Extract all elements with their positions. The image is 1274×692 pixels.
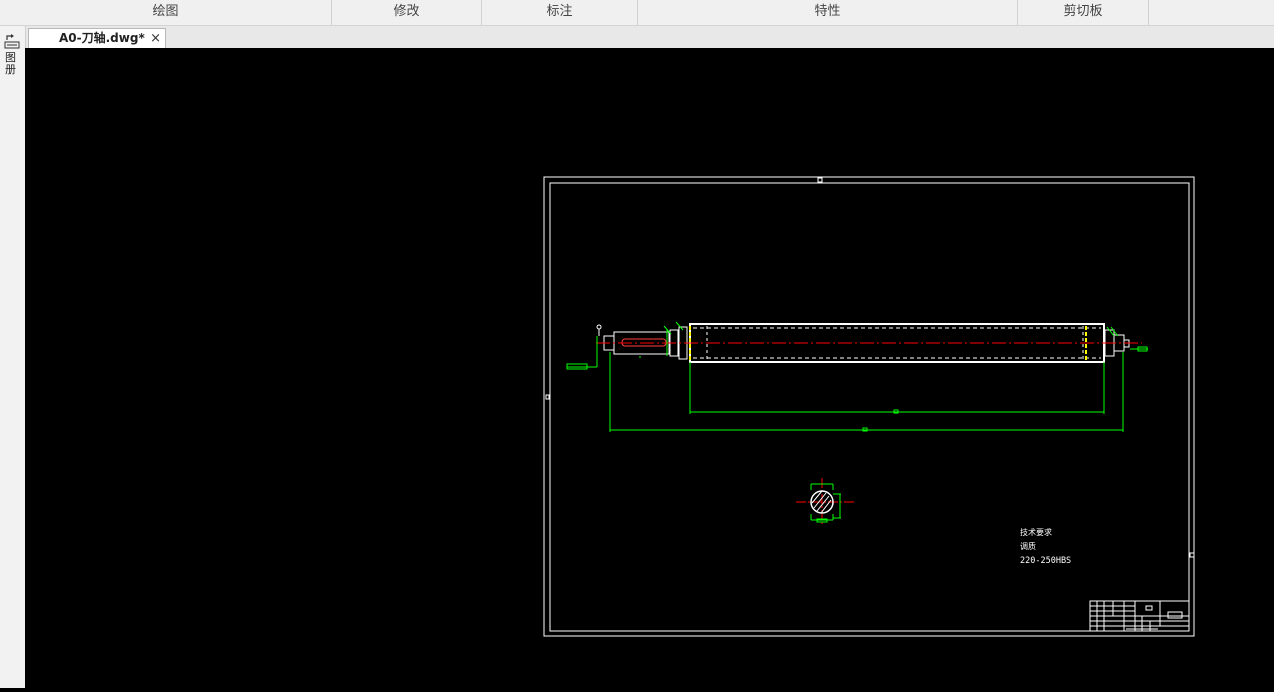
tech-notes-heat-treatment: 调质 xyxy=(1020,541,1036,551)
document-tab[interactable]: A0-刀轴.dwg* × xyxy=(28,28,166,48)
grip-right xyxy=(1189,552,1195,558)
ribbon-group-annotate-label: 标注 xyxy=(546,4,573,19)
ribbon-group-properties-label: 特性 xyxy=(814,4,841,19)
ribbon-panel: 绘图 修改 标注 特性 剪切板 xyxy=(0,0,1274,26)
grip-left xyxy=(545,394,550,400)
sheet-inner-border xyxy=(549,182,1190,632)
title-block xyxy=(1089,600,1190,632)
ribbon-group-draw-label: 绘图 xyxy=(152,4,179,19)
ribbon-group-annotate[interactable]: 标注 xyxy=(482,0,638,25)
sidebar-atlas-label[interactable]: 图册 xyxy=(5,52,19,76)
sheet-outer-border xyxy=(543,176,1195,637)
ribbon-group-draw[interactable]: 绘图 xyxy=(0,0,332,25)
roughness-symbol xyxy=(596,324,602,336)
properties-palette-icon[interactable] xyxy=(3,34,21,50)
ribbon-group-modify[interactable]: 修改 xyxy=(332,0,482,25)
tech-notes-title: 技术要求 xyxy=(1020,527,1052,537)
grip-top xyxy=(817,177,823,183)
document-tab-bar: A0-刀轴.dwg* × xyxy=(0,26,1274,49)
drawing-canvas[interactable]: 技术要求 调质 220-250HBS xyxy=(25,48,1274,688)
tech-notes-hardness: 220-250HBS xyxy=(1020,556,1071,566)
left-sidebar: 图册 xyxy=(0,26,26,688)
ribbon-group-properties[interactable]: 特性 xyxy=(638,0,1018,25)
section-view xyxy=(796,478,854,526)
drawing-sheet: 技术要求 调质 220-250HBS xyxy=(543,176,1195,637)
close-icon[interactable]: × xyxy=(150,29,161,48)
document-tab-title: A0-刀轴.dwg* xyxy=(59,31,145,45)
ribbon-group-clipboard[interactable]: 剪切板 xyxy=(1018,0,1149,25)
ribbon-group-clipboard-label: 剪切板 xyxy=(1063,4,1103,19)
shaft-main-view xyxy=(596,323,1142,363)
ribbon-group-modify-label: 修改 xyxy=(393,4,420,19)
